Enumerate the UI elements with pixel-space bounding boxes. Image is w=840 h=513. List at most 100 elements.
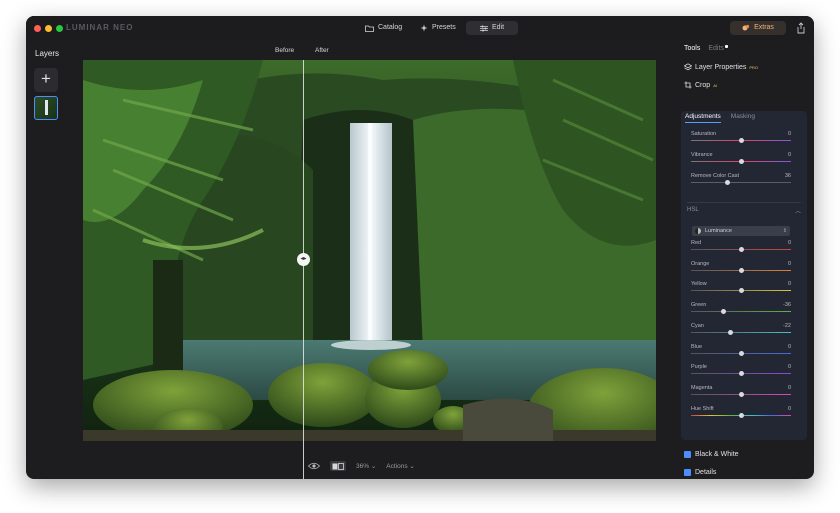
hsl-slider-yellow[interactable]: Yellow 0: [691, 281, 791, 295]
slider-label: Remove Color Cast: [691, 173, 739, 179]
slider-value: 0: [787, 281, 791, 288]
tools-panel: Tools Edits Layer Properties PRO Crop AI…: [678, 40, 814, 479]
section-black-white[interactable]: Black & White: [684, 451, 739, 458]
presets-label: Presets: [432, 24, 456, 31]
hsl-slider-cyan[interactable]: Cyan -22: [691, 323, 791, 337]
extras-icon: [742, 24, 750, 31]
slider-track[interactable]: [691, 311, 791, 313]
zoom-dropdown[interactable]: 36% ⌄: [356, 462, 376, 470]
eye-icon[interactable]: [308, 462, 320, 470]
slider-knob[interactable]: [738, 247, 744, 252]
compare-button[interactable]: [330, 461, 346, 471]
zoom-value: 36%: [356, 463, 370, 470]
extras-button[interactable]: Extras: [730, 21, 786, 35]
hsl-slider-hue-shift[interactable]: Hue Shift 0: [691, 406, 791, 420]
slider-label: Saturation: [691, 131, 717, 137]
hsl-mode-value: Luminance: [705, 228, 732, 234]
adjust-slider-remove-color-cast[interactable]: Remove Color Cast 36: [691, 173, 791, 187]
section-icon: [684, 451, 691, 458]
hsl-slider-orange[interactable]: Orange 0: [691, 261, 791, 275]
slider-knob[interactable]: [727, 329, 733, 335]
slider-knob[interactable]: [720, 309, 726, 315]
luminance-icon: [695, 228, 701, 234]
slider-knob[interactable]: [738, 412, 744, 418]
tab-tools[interactable]: Tools: [684, 45, 700, 52]
bottom-toolbar: 36% ⌄ Actions ⌄: [308, 459, 415, 473]
slider-label: Hue Shift: [691, 405, 714, 412]
photo-canvas[interactable]: [83, 60, 656, 441]
waterfall-photo: [83, 60, 656, 441]
slider-knob[interactable]: [738, 350, 744, 356]
crop-row[interactable]: Crop AI: [684, 81, 717, 89]
hsl-mode-select[interactable]: Luminance ⇕: [692, 226, 790, 236]
chevron-down-icon: ⌄: [370, 463, 377, 470]
actions-label: Actions: [386, 463, 408, 470]
slider-label: Green: [691, 302, 707, 309]
panel-tabs: Tools Edits: [684, 45, 728, 52]
adjust-slider-saturation[interactable]: Saturation 0: [691, 131, 791, 145]
pro-badge: PRO: [749, 64, 759, 70]
edit-button[interactable]: Edit: [466, 21, 518, 35]
add-layer-button[interactable]: +: [34, 68, 58, 92]
tab-masking[interactable]: Masking: [731, 113, 755, 120]
split-divider[interactable]: [303, 60, 304, 479]
presets-button[interactable]: Presets: [414, 21, 462, 35]
share-icon[interactable]: [796, 22, 806, 34]
slider-value: 0: [787, 260, 791, 267]
color-tool-panel: Adjustments Masking Saturation 0 Vibrance 0…: [681, 111, 807, 440]
layer-properties-row[interactable]: Layer Properties PRO: [684, 63, 758, 71]
sub-tabs: Adjustments Masking: [685, 113, 755, 120]
edits-indicator: [724, 45, 728, 48]
catalog-label: Catalog: [378, 24, 403, 31]
slider-knob[interactable]: [738, 371, 744, 377]
slider-value: 36: [784, 173, 791, 179]
slider-knob[interactable]: [738, 288, 744, 294]
sparkle-icon: [420, 24, 428, 32]
slider-knob[interactable]: [738, 138, 744, 143]
hsl-slider-green[interactable]: Green -36: [691, 302, 791, 316]
tab-adjustments[interactable]: Adjustments: [685, 113, 721, 120]
slider-value: 0: [787, 384, 791, 391]
title-bar: LUMINAR NEO Catalog Presets Edit Extras: [26, 16, 814, 40]
hsl-divider: [687, 202, 801, 203]
hsl-header[interactable]: HSL ︿: [687, 207, 801, 215]
slider-track[interactable]: [691, 331, 791, 333]
split-handle[interactable]: ◂▸: [297, 253, 310, 266]
tab-edits[interactable]: Edits: [708, 45, 728, 52]
slider-knob[interactable]: [738, 391, 744, 397]
slider-value: 0: [787, 405, 791, 412]
layer-properties-label: Layer Properties: [695, 63, 747, 71]
active-tab-indicator: [685, 122, 721, 123]
slider-knob[interactable]: [738, 159, 744, 164]
minimize-window-button[interactable]: [45, 25, 52, 32]
slider-value: 0: [787, 240, 791, 246]
hsl-slider-red[interactable]: Red 0: [691, 240, 791, 254]
slider-knob[interactable]: [724, 180, 730, 185]
catalog-button[interactable]: Catalog: [359, 21, 408, 35]
slider-value: 0: [787, 364, 791, 371]
layer-thumbnail[interactable]: [34, 96, 58, 120]
before-label: Before: [275, 47, 295, 54]
close-window-button[interactable]: [34, 25, 41, 32]
zoom-window-button[interactable]: [56, 25, 63, 32]
hsl-slider-blue[interactable]: Blue 0: [691, 344, 791, 358]
slider-knob[interactable]: [738, 267, 744, 273]
hsl-slider-purple[interactable]: Purple 0: [691, 364, 791, 378]
actions-dropdown[interactable]: Actions ⌄: [386, 462, 415, 470]
layers-title: Layers: [35, 49, 60, 58]
slider-label: Orange: [691, 260, 710, 267]
section-details[interactable]: Details: [684, 469, 716, 476]
slider-label: Red: [691, 240, 702, 246]
slider-label: Magenta: [691, 384, 713, 391]
extras-label: Extras: [754, 24, 774, 31]
section-label: Details: [695, 469, 717, 476]
adjust-slider-vibrance[interactable]: Vibrance 0: [691, 152, 791, 166]
hsl-slider-magenta[interactable]: Magenta 0: [691, 385, 791, 399]
slider-label: Blue: [691, 343, 703, 350]
slider-label: Cyan: [691, 322, 704, 329]
slider-value: -22: [783, 322, 791, 329]
crop-label: Crop: [695, 81, 711, 89]
layers-icon: [684, 63, 692, 71]
app-logo: LUMINAR NEO: [66, 23, 134, 32]
slider-track[interactable]: [691, 182, 791, 183]
